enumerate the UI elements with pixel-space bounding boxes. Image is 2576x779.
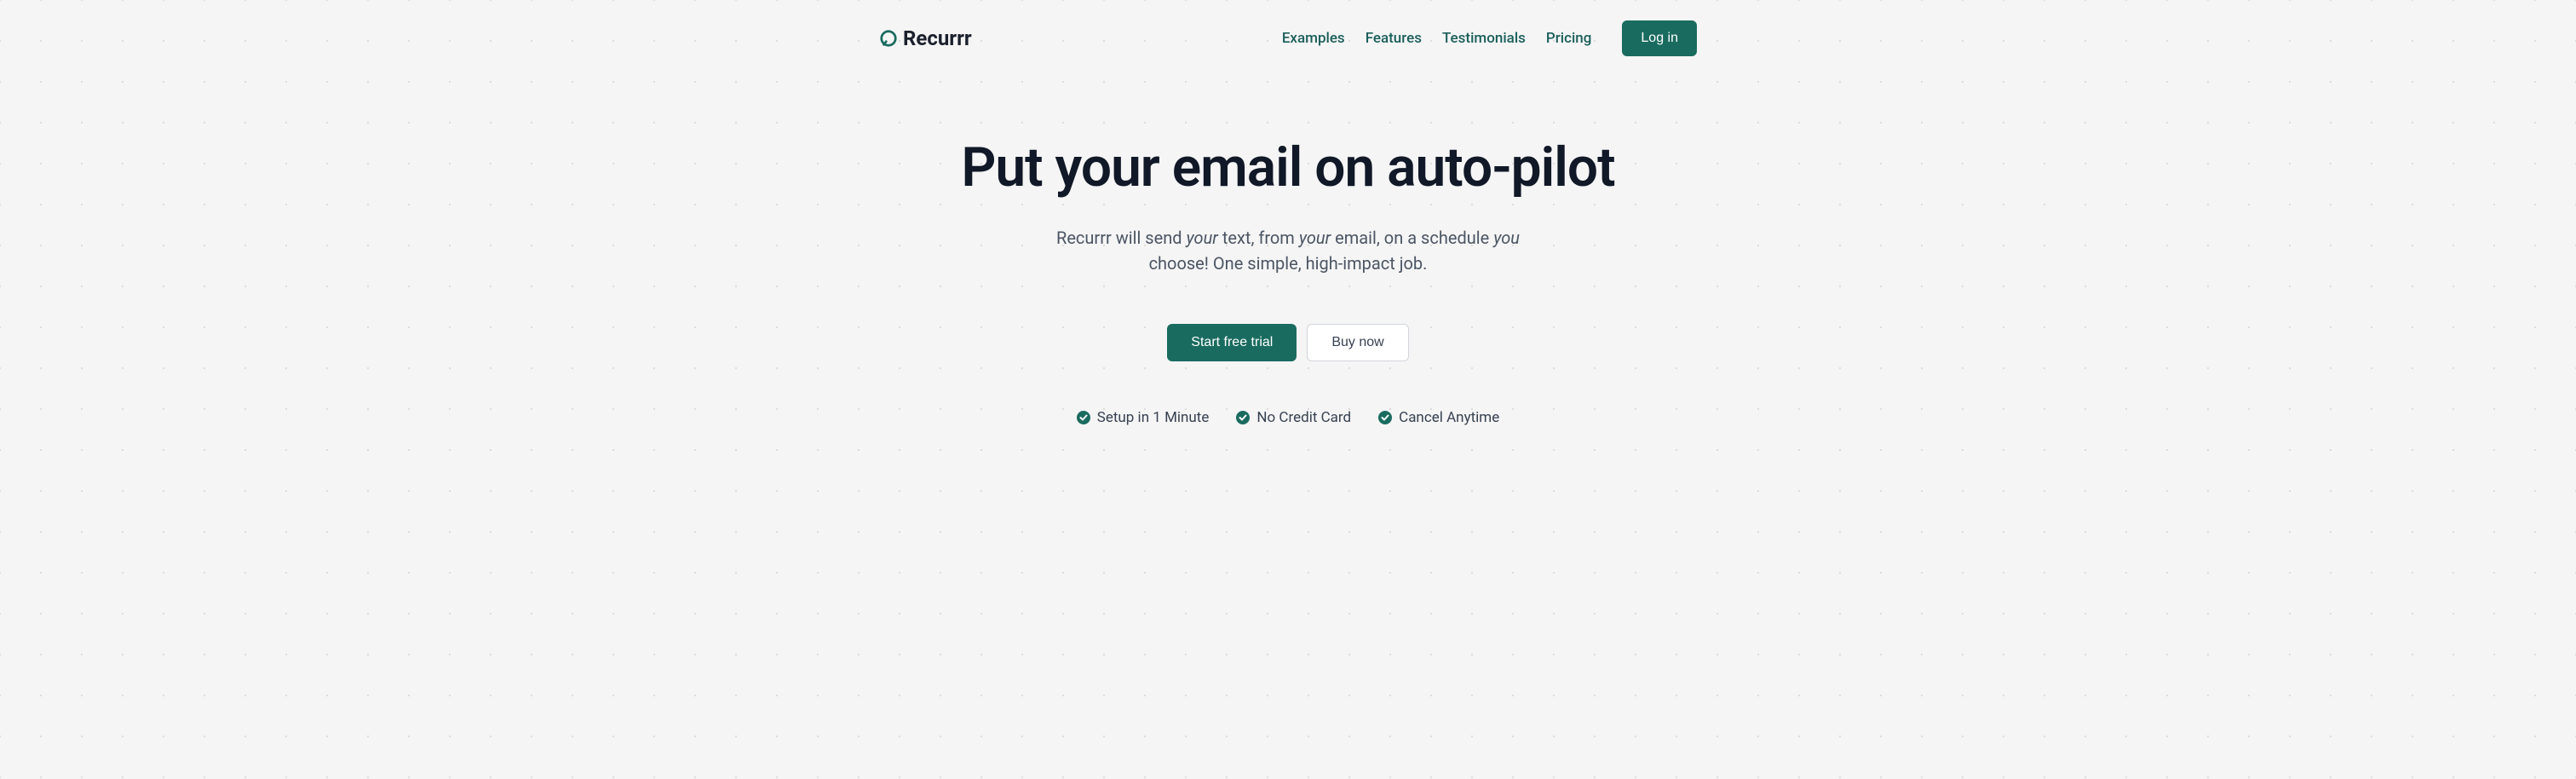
feature-label: Cancel Anytime [1399,409,1499,426]
start-free-trial-button[interactable]: Start free trial [1167,324,1297,361]
feature-label: No Credit Card [1256,409,1351,426]
check-circle-icon [1378,411,1392,424]
hero-section: Put your email on auto-pilot Recurrr wil… [879,77,1697,426]
check-circle-icon [1077,411,1090,424]
check-circle-icon [1236,411,1250,424]
header: Recurrr Examples Features Testimonials P… [879,0,1697,77]
feature-list: Setup in 1 Minute No Credit Card [879,409,1697,426]
feature-item: Setup in 1 Minute [1077,409,1210,426]
buy-now-button[interactable]: Buy now [1307,324,1408,361]
logo[interactable]: Recurrr [879,26,972,50]
feature-label: Setup in 1 Minute [1097,409,1210,426]
cta-buttons: Start free trial Buy now [879,324,1697,361]
nav-link-testimonials[interactable]: Testimonials [1442,30,1526,47]
hero-subtitle: Recurrr will send your text, from your e… [1032,225,1544,276]
brand-name: Recurrr [903,26,972,50]
hero-title: Put your email on auto-pilot [879,138,1697,198]
nav-link-features[interactable]: Features [1366,30,1422,47]
nav-link-examples[interactable]: Examples [1282,30,1345,47]
login-button[interactable]: Log in [1622,20,1697,56]
feature-item: No Credit Card [1236,409,1351,426]
feature-item: Cancel Anytime [1378,409,1499,426]
main-nav: Examples Features Testimonials Pricing L… [1282,20,1697,56]
logo-icon [879,29,898,48]
nav-link-pricing[interactable]: Pricing [1546,30,1592,47]
